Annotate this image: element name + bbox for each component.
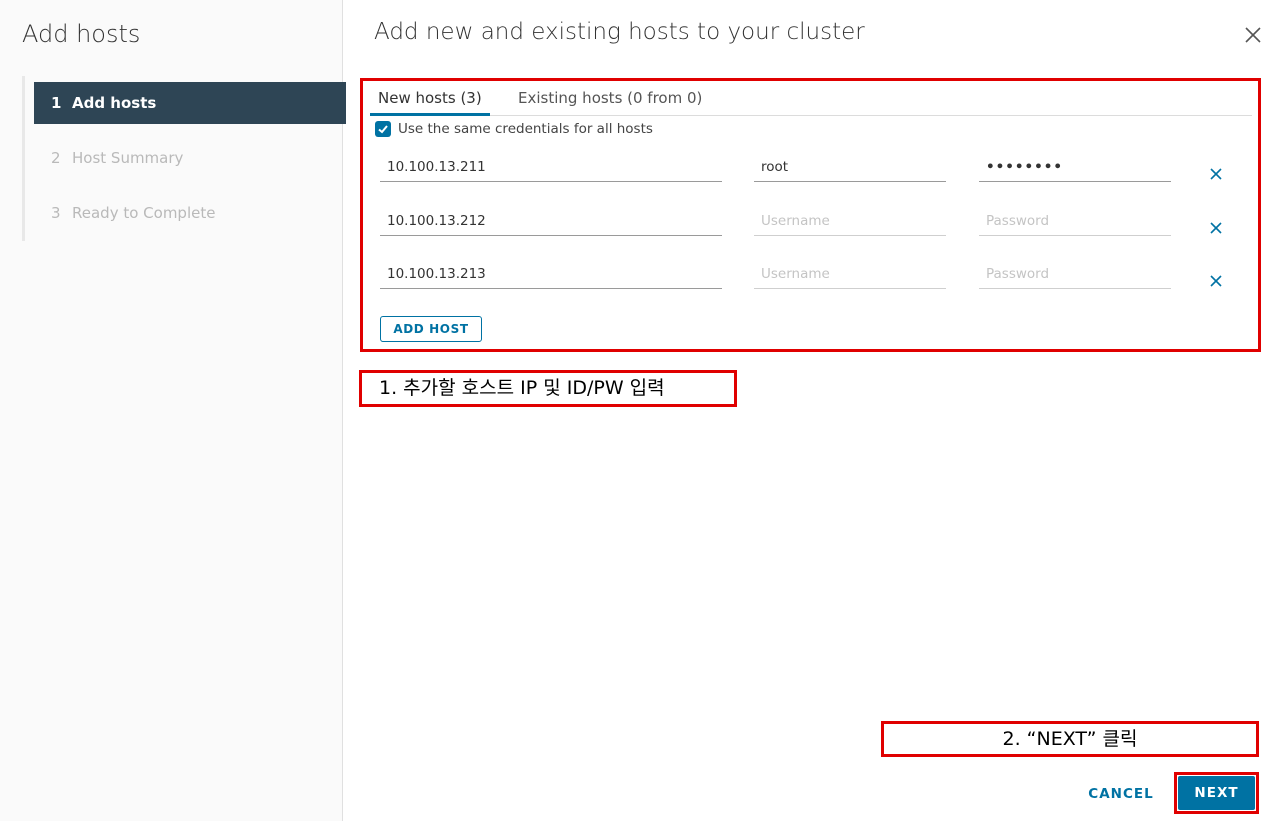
step-number: 1: [51, 94, 62, 112]
step-number: 3: [51, 204, 61, 222]
step-host-summary: 2 Host Summary: [34, 137, 346, 179]
step-label: Add hosts: [72, 94, 157, 112]
close-icon[interactable]: [1242, 24, 1264, 46]
page-title: Add new and existing hosts to your clust…: [374, 19, 865, 45]
annotation-note-1: 1. 추가할 호스트 IP 및 ID/PW 입력: [359, 370, 737, 407]
annotation-note-2: 2. “NEXT” 클릭: [881, 721, 1259, 757]
annotation-form-highlight: [360, 78, 1261, 352]
cancel-button[interactable]: CANCEL: [1080, 780, 1162, 808]
step-ready-to-complete: 3 Ready to Complete: [34, 192, 346, 234]
step-label: Ready to Complete: [72, 204, 216, 222]
wizard-title: Add hosts: [22, 20, 141, 48]
wizard-sidebar: Add hosts 1 Add hosts 2 Host Summary 3 Read…: [0, 0, 346, 821]
step-label: Host Summary: [72, 149, 184, 167]
step-number: 2: [51, 149, 61, 167]
wizard-steps: 1 Add hosts 2 Host Summary 3 Ready to Compl…: [22, 76, 346, 241]
step-add-hosts[interactable]: 1 Add hosts: [34, 82, 346, 124]
annotation-next-highlight: [1174, 772, 1259, 814]
